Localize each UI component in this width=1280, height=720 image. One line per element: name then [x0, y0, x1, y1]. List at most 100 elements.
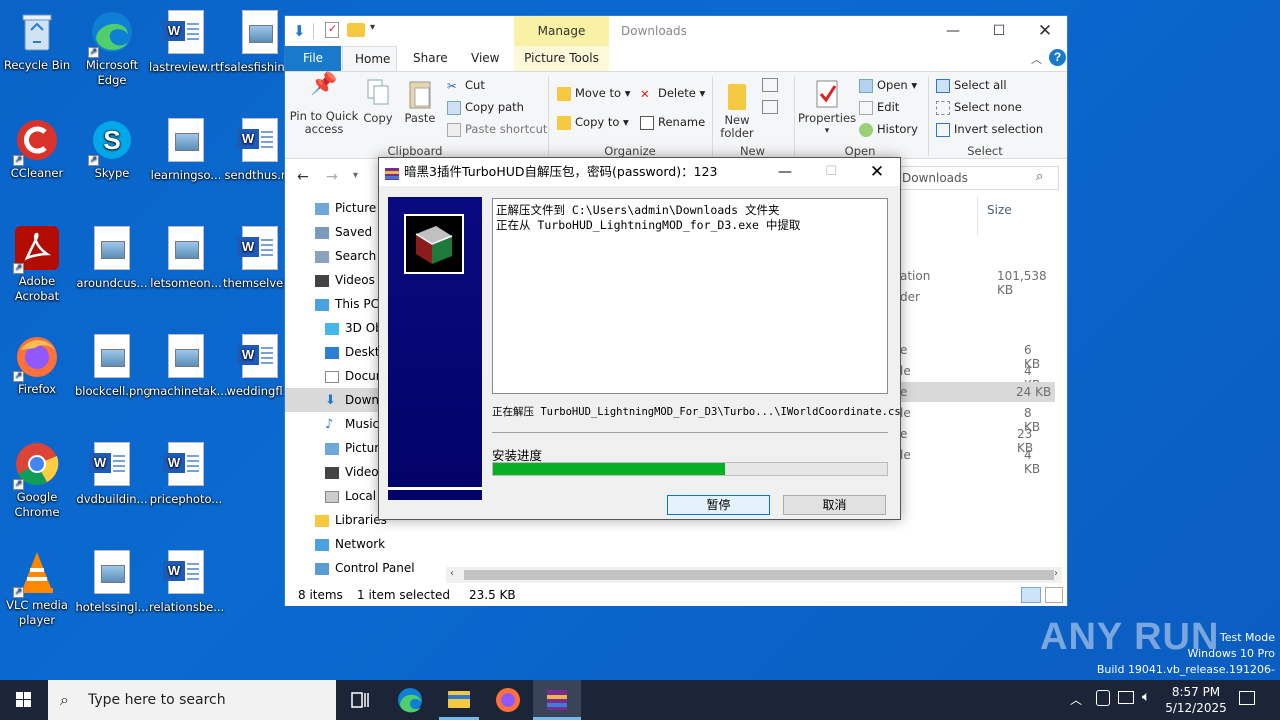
- desktop-icon-image-file[interactable]: aroundcus...: [75, 224, 149, 291]
- copy-path-button[interactable]: Copy path: [447, 100, 524, 115]
- nav-item-network[interactable]: Network: [315, 532, 385, 556]
- desktop-icon-word-file[interactable]: W relationsbe...: [149, 548, 224, 615]
- table-row-selected[interactable]: e 24 KB: [895, 382, 1055, 402]
- chrome-icon: ↗: [13, 440, 61, 490]
- cut-button[interactable]: ✂ Cut: [447, 78, 485, 93]
- nav-item-videos-quick[interactable]: Videos: [315, 268, 375, 292]
- desktop-icon-word-file[interactable]: W lastreview.rtf: [149, 8, 224, 75]
- easy-access-icon[interactable]: [762, 100, 778, 114]
- start-button[interactable]: [0, 680, 48, 720]
- help-icon[interactable]: ?: [1049, 49, 1066, 66]
- pause-button[interactable]: 暂停: [667, 495, 770, 515]
- select-all-button[interactable]: Select all: [936, 78, 1007, 93]
- horizontal-scrollbar[interactable]: ‹ ›: [446, 567, 1062, 583]
- taskbar-winrar-icon[interactable]: [533, 680, 581, 720]
- desktop-icon-word-file[interactable]: W pricephoto...: [149, 440, 223, 507]
- nav-item-libraries[interactable]: Libraries: [315, 508, 387, 532]
- desktop-icon-recycle-bin[interactable]: Recycle Bin: [0, 8, 74, 73]
- desktop-icon-vlc[interactable]: ↗ VLC media player: [0, 548, 74, 628]
- tab-picture-tools[interactable]: Picture Tools: [514, 46, 609, 71]
- image-file-icon: [88, 226, 136, 274]
- nav-item-search[interactable]: Search: [315, 244, 376, 268]
- computer-icon: [315, 298, 329, 311]
- edit-button[interactable]: Edit: [859, 100, 899, 115]
- dialog-maximize-button[interactable]: ☐: [811, 158, 851, 186]
- move-to-button[interactable]: Move to ▾: [557, 86, 630, 101]
- desktop-icon-edge[interactable]: ↗ Microsoft Edge: [75, 8, 149, 88]
- close-button[interactable]: ✕: [1022, 16, 1068, 46]
- details-view-icon[interactable]: [1021, 587, 1041, 603]
- paste-shortcut-button[interactable]: Paste shortcut: [447, 122, 547, 137]
- network-icon[interactable]: [1118, 691, 1134, 704]
- desktop-icon-word-file[interactable]: W dvdbuildin...: [75, 440, 149, 507]
- open-button[interactable]: Open ▾: [859, 78, 917, 93]
- desktop-icon-image-file[interactable]: letsomeon...: [149, 224, 223, 291]
- rename-button[interactable]: Rename: [640, 115, 705, 130]
- desktop-icon-image-file[interactable]: hotelssingl...: [75, 548, 149, 615]
- dialog-minimize-button[interactable]: —: [765, 158, 805, 186]
- new-folder-button[interactable]: New folder: [717, 78, 757, 140]
- desktop-icon-ccleaner[interactable]: ↗ CCleaner: [0, 116, 74, 181]
- volume-icon[interactable]: 🔈︎: [1142, 689, 1150, 705]
- search-box[interactable]: Downloads ⌕: [899, 166, 1059, 190]
- down-arrow-icon[interactable]: ⬇: [293, 22, 306, 40]
- minimize-button[interactable]: —: [930, 16, 976, 46]
- desktop-icon-adobe-acrobat[interactable]: ↗ Adobe Acrobat: [0, 224, 74, 304]
- nav-item-3d-objects[interactable]: 3D Obj: [325, 316, 386, 340]
- progress-fill: [493, 463, 726, 475]
- nav-item-music[interactable]: ♪ Music: [325, 412, 379, 436]
- scrollbar-thumb[interactable]: [464, 570, 1054, 580]
- desktop-icon-image-file[interactable]: machinetak...: [149, 332, 228, 399]
- forward-arrow-icon[interactable]: →: [326, 169, 338, 185]
- clock[interactable]: 8:57 PM 5/12/2025: [1160, 684, 1232, 716]
- nav-item-videos[interactable]: Videos: [325, 460, 385, 484]
- history-button[interactable]: History: [859, 122, 918, 137]
- nav-item-saved[interactable]: Saved: [315, 220, 372, 244]
- pin-to-quick-access-button[interactable]: 📌 Pin to Quick access: [289, 74, 359, 136]
- paste-button[interactable]: Paste: [401, 78, 439, 125]
- cancel-button[interactable]: 取消: [783, 495, 886, 515]
- tab-home[interactable]: Home: [342, 46, 397, 71]
- customize-quick-access-icon[interactable]: ▾: [370, 22, 375, 33]
- nav-item-pictures[interactable]: Pictur: [325, 436, 379, 460]
- properties-button[interactable]: Properties ▾: [797, 78, 857, 138]
- desktop-icon-skype[interactable]: S ↗ Skype: [75, 116, 149, 181]
- delete-button[interactable]: ✕ Delete ▾: [640, 86, 705, 101]
- taskbar-edge-icon[interactable]: [386, 680, 434, 720]
- manage-tab-header[interactable]: Manage: [514, 16, 609, 46]
- security-icon[interactable]: [1096, 690, 1110, 706]
- desktop-icon-image-file[interactable]: blockcell.png: [75, 332, 151, 399]
- copy-button[interactable]: Copy: [361, 78, 395, 125]
- nav-item-pictures-quick[interactable]: Picture: [315, 196, 376, 220]
- desktop-icon-google-chrome[interactable]: ↗ Google Chrome: [0, 440, 74, 520]
- copy-to-button[interactable]: Copy to ▾: [557, 115, 629, 130]
- nav-item-control-panel[interactable]: Control Panel: [315, 556, 415, 580]
- new-folder-quick-icon[interactable]: [347, 23, 365, 37]
- tab-share[interactable]: Share: [401, 46, 460, 71]
- back-arrow-icon[interactable]: ←: [297, 169, 309, 185]
- desktop-icon-image-file[interactable]: learningso...: [149, 116, 223, 183]
- notifications-icon[interactable]: [1239, 691, 1255, 705]
- divider: [712, 76, 713, 156]
- desktop-icon-firefox[interactable]: ↗ Firefox: [0, 332, 74, 397]
- invert-selection-button[interactable]: Invert selection: [936, 122, 1043, 137]
- taskbar-search-box[interactable]: ⌕ Type here to search: [48, 680, 336, 720]
- column-header-size[interactable]: Size: [987, 203, 1012, 217]
- taskbar-file-explorer-icon[interactable]: [435, 680, 483, 720]
- nav-item-this-pc[interactable]: This PC: [315, 292, 379, 316]
- scroll-right-icon[interactable]: ›: [1054, 568, 1058, 579]
- tab-view[interactable]: View: [459, 46, 511, 71]
- maximize-button[interactable]: ☐: [976, 16, 1022, 46]
- new-item-icon[interactable]: [762, 78, 778, 92]
- scroll-left-icon[interactable]: ‹: [450, 568, 454, 579]
- recent-locations-icon[interactable]: ▾: [353, 170, 358, 181]
- taskbar-firefox-icon[interactable]: [484, 680, 532, 720]
- show-hidden-icons-icon[interactable]: ︿: [1070, 691, 1082, 708]
- properties-quick-icon[interactable]: ✓: [325, 22, 339, 38]
- tab-file[interactable]: File: [285, 46, 341, 71]
- dialog-close-button[interactable]: ✕: [857, 158, 897, 186]
- task-view-button[interactable]: [336, 680, 384, 720]
- select-none-button[interactable]: Select none: [936, 100, 1022, 115]
- large-icons-view-icon[interactable]: [1045, 587, 1063, 603]
- collapse-ribbon-icon[interactable]: ︿: [1031, 51, 1042, 67]
